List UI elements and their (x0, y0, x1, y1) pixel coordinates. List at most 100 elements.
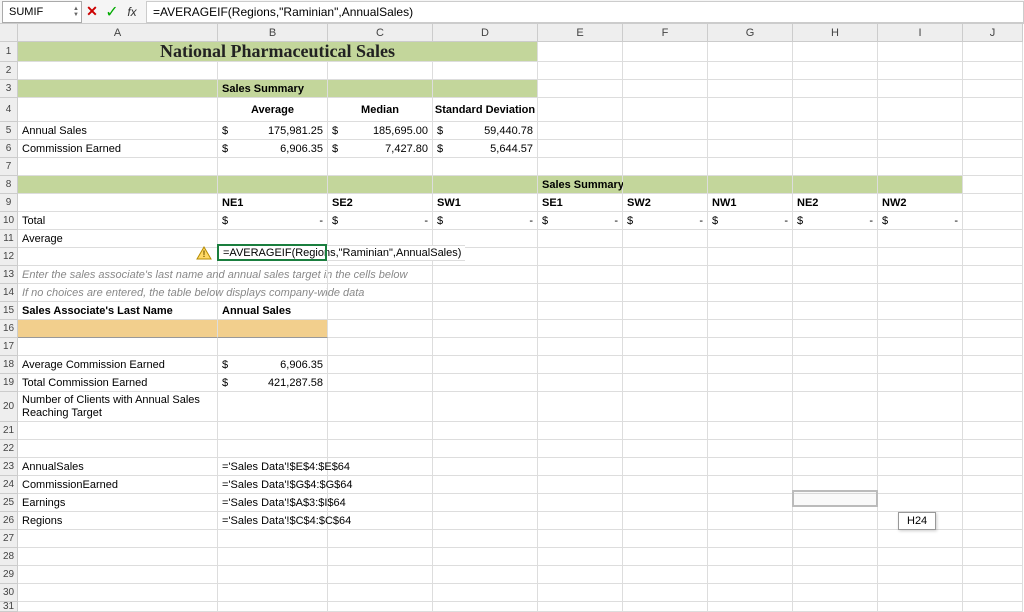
cell[interactable]: ='Sales Data'!$C$4:$C$64 (218, 512, 328, 530)
row-header-27[interactable]: 27 (0, 530, 18, 548)
cell[interactable]: $185,695.00 (328, 122, 433, 140)
cell[interactable]: $7,427.80 (328, 140, 433, 158)
cell[interactable] (328, 80, 433, 98)
cell[interactable] (963, 284, 1023, 302)
cell[interactable] (878, 140, 963, 158)
cell[interactable] (963, 230, 1023, 248)
col-header-b[interactable]: B (218, 24, 328, 42)
cell[interactable] (623, 320, 708, 338)
cell[interactable] (963, 158, 1023, 176)
col-header-d[interactable]: D (433, 24, 538, 42)
col-header-g[interactable]: G (708, 24, 793, 42)
cell[interactable] (878, 548, 963, 566)
cell[interactable] (793, 530, 878, 548)
cell[interactable]: NE2 (793, 194, 878, 212)
cell[interactable] (328, 584, 433, 602)
cell[interactable] (623, 440, 708, 458)
cell[interactable] (538, 392, 623, 422)
cell[interactable] (218, 566, 328, 584)
cell[interactable] (538, 494, 623, 512)
row-header-19[interactable]: 19 (0, 374, 18, 392)
name-box-arrows-icon[interactable]: ▲▼ (73, 6, 79, 18)
cell[interactable] (18, 422, 218, 440)
cell[interactable] (328, 158, 433, 176)
cell[interactable] (963, 422, 1023, 440)
cell[interactable] (708, 176, 793, 194)
cell[interactable] (963, 494, 1023, 512)
cell[interactable] (878, 320, 963, 338)
cell[interactable] (878, 302, 963, 320)
cell[interactable] (708, 458, 793, 476)
cell[interactable]: SE1 (538, 194, 623, 212)
cell[interactable] (538, 458, 623, 476)
cell[interactable] (623, 392, 708, 422)
cell[interactable] (708, 248, 793, 266)
cell[interactable] (963, 176, 1023, 194)
row-header-8[interactable]: 8 (0, 176, 18, 194)
row-header-9[interactable]: 9 (0, 194, 18, 212)
cell[interactable] (433, 548, 538, 566)
row-header-29[interactable]: 29 (0, 566, 18, 584)
cell[interactable] (793, 320, 878, 338)
cell[interactable]: $- (328, 212, 433, 230)
row-header-28[interactable]: 28 (0, 548, 18, 566)
cell[interactable] (793, 338, 878, 356)
row-header-1[interactable]: 1 (0, 42, 18, 62)
cell[interactable] (708, 440, 793, 458)
cell[interactable] (538, 512, 623, 530)
cell[interactable] (623, 476, 708, 494)
cell[interactable] (708, 62, 793, 80)
cell[interactable] (793, 284, 878, 302)
cell[interactable] (793, 566, 878, 584)
cell[interactable] (623, 230, 708, 248)
cell[interactable] (18, 80, 218, 98)
cell[interactable] (708, 42, 793, 62)
cell[interactable] (878, 42, 963, 62)
cell[interactable] (963, 392, 1023, 422)
cell[interactable] (538, 476, 623, 494)
cell[interactable] (878, 338, 963, 356)
cell[interactable] (878, 80, 963, 98)
cell[interactable] (963, 584, 1023, 602)
cell[interactable] (878, 176, 963, 194)
cell[interactable] (328, 374, 433, 392)
cell[interactable] (708, 422, 793, 440)
col-header-a[interactable]: A (18, 24, 218, 42)
cell[interactable] (793, 158, 878, 176)
cell[interactable] (878, 476, 963, 494)
cell[interactable] (538, 42, 623, 62)
row-header-11[interactable]: 11 (0, 230, 18, 248)
cell[interactable] (708, 338, 793, 356)
row-header-14[interactable]: 14 (0, 284, 18, 302)
cell[interactable] (328, 176, 433, 194)
row-header-10[interactable]: 10 (0, 212, 18, 230)
name-box[interactable]: SUMIF ▲▼ (2, 1, 82, 23)
cell[interactable] (433, 392, 538, 422)
cell[interactable] (878, 356, 963, 374)
cell[interactable] (18, 338, 218, 356)
cell[interactable] (623, 548, 708, 566)
cell[interactable] (433, 266, 538, 284)
cell[interactable] (623, 62, 708, 80)
cell[interactable]: Enter the sales associate's last name an… (18, 266, 218, 284)
cell[interactable] (328, 548, 433, 566)
row-header-22[interactable]: 22 (0, 440, 18, 458)
cell[interactable]: CommissionEarned (18, 476, 218, 494)
row-header-13[interactable]: 13 (0, 266, 18, 284)
row-header-5[interactable]: 5 (0, 122, 18, 140)
cell[interactable] (433, 284, 538, 302)
cell[interactable]: Median (328, 98, 433, 122)
cell[interactable] (538, 422, 623, 440)
cell[interactable] (328, 284, 433, 302)
cell[interactable] (708, 584, 793, 602)
cell[interactable] (878, 458, 963, 476)
cell[interactable] (538, 248, 623, 266)
cell[interactable] (538, 62, 623, 80)
cell[interactable] (328, 302, 433, 320)
cell[interactable] (18, 158, 218, 176)
cell[interactable]: ='Sales Data'!$A$3:$I$64 (218, 494, 328, 512)
row-header-2[interactable]: 2 (0, 62, 18, 80)
cell[interactable]: $- (538, 212, 623, 230)
cell[interactable] (538, 158, 623, 176)
row-header-18[interactable]: 18 (0, 356, 18, 374)
